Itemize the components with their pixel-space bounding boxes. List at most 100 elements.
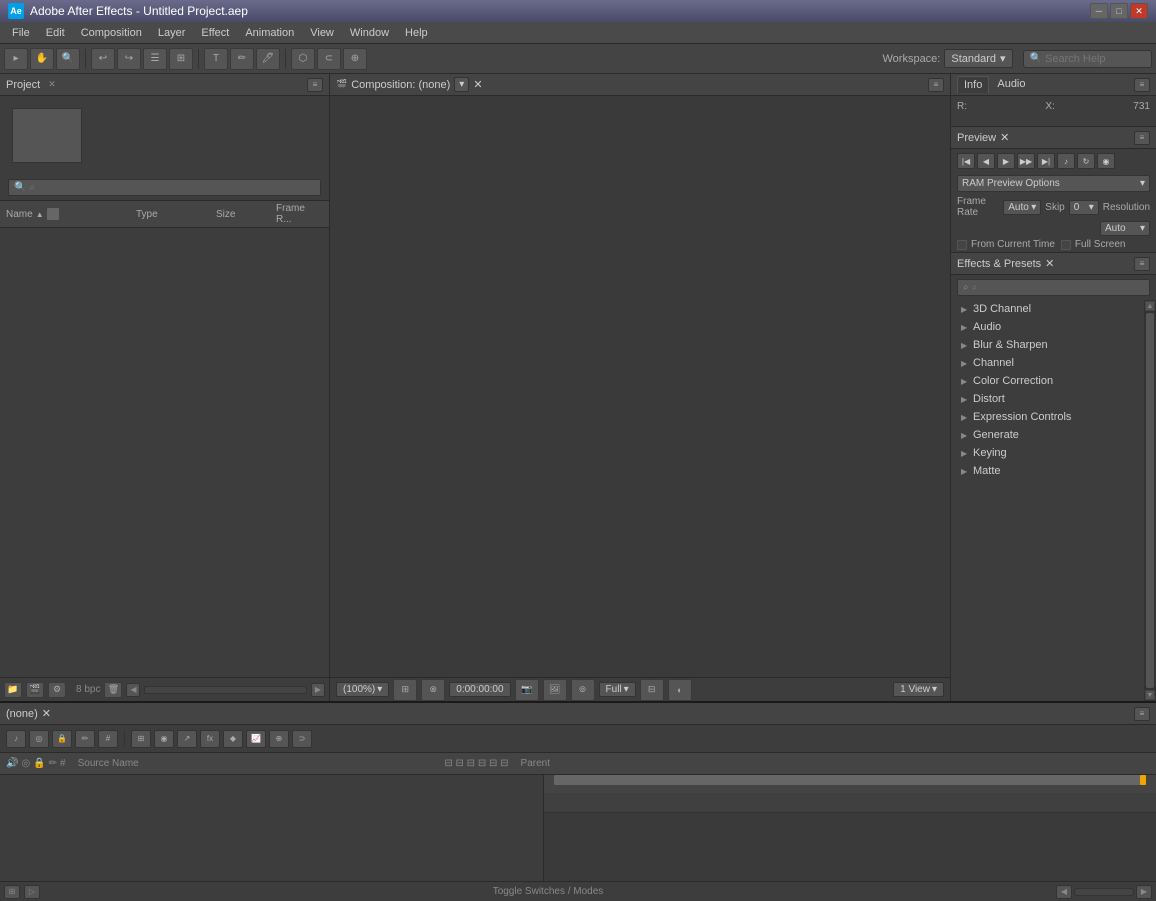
ram-preview-play-button[interactable]: ◉ — [1097, 153, 1115, 169]
tl-motion-button[interactable]: ↗ — [177, 730, 197, 748]
preview-menu-button[interactable]: ≡ — [1134, 131, 1150, 145]
tl-tool-1[interactable]: ♪ — [6, 730, 26, 748]
workspace-dropdown[interactable]: Standard ▾ — [944, 49, 1012, 68]
hand-tool[interactable]: ✋ — [30, 48, 54, 70]
comp-channels-button[interactable]: ⊟ — [640, 679, 664, 701]
tl-tool-4[interactable]: ✏ — [75, 730, 95, 748]
comp-mask-button[interactable]: ⊗ — [421, 679, 445, 701]
tl-tool-3[interactable]: 🔒 — [52, 730, 72, 748]
effects-scroll-up-button[interactable]: ▲ — [1145, 301, 1155, 311]
scroll-left-icon[interactable]: ◀ — [126, 683, 140, 697]
menu-edit[interactable]: Edit — [38, 25, 73, 41]
effects-close-icon[interactable]: ✕ — [1045, 257, 1054, 270]
comp-preview-button[interactable]: ⊚ — [571, 679, 595, 701]
menu-view[interactable]: View — [302, 25, 342, 41]
timeline-menu-button[interactable]: ≡ — [1134, 707, 1150, 721]
menu-composition[interactable]: Composition — [73, 25, 150, 41]
project-tab[interactable]: Project ✕ — [6, 79, 56, 91]
effect-channel[interactable]: ▶ Channel — [951, 354, 1144, 372]
effects-scroll-thumb[interactable] — [1146, 313, 1154, 688]
info-tab[interactable]: Info — [957, 76, 989, 93]
effect-color-correction[interactable]: ▶ Color Correction — [951, 372, 1144, 390]
minimize-button[interactable]: ─ — [1090, 3, 1108, 19]
effect-matte[interactable]: ▶ Matte — [951, 462, 1144, 480]
tl-keyframe-button[interactable]: ◆ — [223, 730, 243, 748]
project-menu-button[interactable]: ≡ — [307, 78, 323, 92]
timeline-scroll-bar[interactable] — [1074, 888, 1134, 896]
selection-tool[interactable]: ▸ — [4, 48, 28, 70]
timeline-footer-render-button[interactable]: ▷ — [24, 885, 40, 899]
composition-dropdown[interactable]: ▾ — [454, 77, 469, 92]
menu-window[interactable]: Window — [342, 25, 397, 41]
project-scroll-bar[interactable] — [144, 686, 307, 694]
effect-3d-channel[interactable]: ▶ 3D Channel — [951, 300, 1144, 318]
next-frame-button[interactable]: ▶▶ — [1017, 153, 1035, 169]
audio-button[interactable]: ♪ — [1057, 153, 1075, 169]
tl-fx-button[interactable]: fx — [200, 730, 220, 748]
skip-dropdown[interactable]: 0 ▾ — [1069, 200, 1099, 215]
timeline-duration-bar[interactable] — [554, 775, 1146, 785]
full-screen-checkbox[interactable] — [1061, 240, 1071, 250]
timeline-scroll-left-button[interactable]: ◀ — [1056, 885, 1072, 899]
project-search-input[interactable] — [29, 182, 315, 193]
tl-parent-button[interactable]: ⊃ — [292, 730, 312, 748]
trash-button[interactable]: 🗑 — [104, 682, 122, 698]
effects-scroll-down-button[interactable]: ▼ — [1145, 690, 1155, 700]
play-button[interactable]: ▶ — [997, 153, 1015, 169]
timecode-display[interactable]: 0:00:00:00 — [449, 682, 510, 697]
search-help-box[interactable]: 🔍 — [1023, 50, 1152, 68]
effect-blur-sharpen[interactable]: ▶ Blur & Sharpen — [951, 336, 1144, 354]
frame-rate-dropdown[interactable]: Auto ▾ — [1003, 200, 1041, 215]
close-button[interactable]: ✕ — [1130, 3, 1148, 19]
tool4[interactable]: ⊞ — [169, 48, 193, 70]
timeline-end-handle[interactable] — [1140, 775, 1146, 785]
window-controls[interactable]: ─ □ ✕ — [1090, 3, 1148, 19]
tool3[interactable]: ☰ — [143, 48, 167, 70]
audio-tab[interactable]: Audio — [991, 76, 1031, 93]
tl-tool-2[interactable]: ◎ — [29, 730, 49, 748]
comp-show-snapshot-button[interactable]: 🖼 — [543, 679, 567, 701]
type-tool[interactable]: T — [204, 48, 228, 70]
composition-close-icon[interactable]: ✕ — [473, 78, 482, 91]
effect-distort[interactable]: ▶ Distort — [951, 390, 1144, 408]
redo-tool[interactable]: ↪ — [117, 48, 141, 70]
views-dropdown[interactable]: 1 View ▾ — [893, 682, 944, 697]
tl-mode-button[interactable]: ⊕ — [269, 730, 289, 748]
effect-expression-controls[interactable]: ▶ Expression Controls — [951, 408, 1144, 426]
tl-tool-5[interactable]: # — [98, 730, 118, 748]
quality-dropdown[interactable]: Full ▾ — [599, 682, 636, 697]
effect-keying[interactable]: ▶ Keying — [951, 444, 1144, 462]
zoom-dropdown[interactable]: (100%) ▾ — [336, 682, 389, 697]
composition-menu-button[interactable]: ≡ — [928, 78, 944, 92]
menu-animation[interactable]: Animation — [237, 25, 302, 41]
new-comp-button[interactable]: 🎬 — [26, 682, 44, 698]
effects-menu-button[interactable]: ≡ — [1134, 257, 1150, 271]
zoom-tool[interactable]: 🔍 — [56, 48, 80, 70]
project-close-icon[interactable]: ✕ — [48, 79, 56, 90]
undo-tool[interactable]: ↩ — [91, 48, 115, 70]
first-frame-button[interactable]: |◀ — [957, 153, 975, 169]
effects-search-input[interactable] — [972, 282, 1144, 293]
effects-scrollbar[interactable]: ▲ ▼ — [1144, 300, 1156, 701]
project-settings-button[interactable]: ⚙ — [48, 682, 66, 698]
timeline-scroll-right-button[interactable]: ▶ — [1136, 885, 1152, 899]
timeline-close-icon[interactable]: ✕ — [42, 707, 51, 720]
effects-search-bar[interactable]: ⌕ — [957, 279, 1150, 296]
last-frame-button[interactable]: ▶| — [1037, 153, 1055, 169]
new-folder-button[interactable]: 📁 — [4, 682, 22, 698]
timeline-footer-comp-button[interactable]: ⊞ — [4, 885, 20, 899]
effect-audio[interactable]: ▶ Audio — [951, 318, 1144, 336]
preview-close-icon[interactable]: ✕ — [1000, 131, 1009, 144]
comp-exposure-button[interactable]: ◐ — [668, 679, 692, 701]
shape-tool[interactable]: ⬡ — [291, 48, 315, 70]
menu-effect[interactable]: Effect — [193, 25, 237, 41]
menu-file[interactable]: File — [4, 25, 38, 41]
comp-grid-button[interactable]: ⊞ — [393, 679, 417, 701]
ram-preview-dropdown[interactable]: RAM Preview Options ▾ — [957, 175, 1150, 192]
puppet-tool[interactable]: ⊕ — [343, 48, 367, 70]
comp-snapshot-button[interactable]: 📷 — [515, 679, 539, 701]
from-current-checkbox[interactable] — [957, 240, 967, 250]
menu-help[interactable]: Help — [397, 25, 436, 41]
roto-tool[interactable]: ⊂ — [317, 48, 341, 70]
tl-solo-button[interactable]: ◉ — [154, 730, 174, 748]
